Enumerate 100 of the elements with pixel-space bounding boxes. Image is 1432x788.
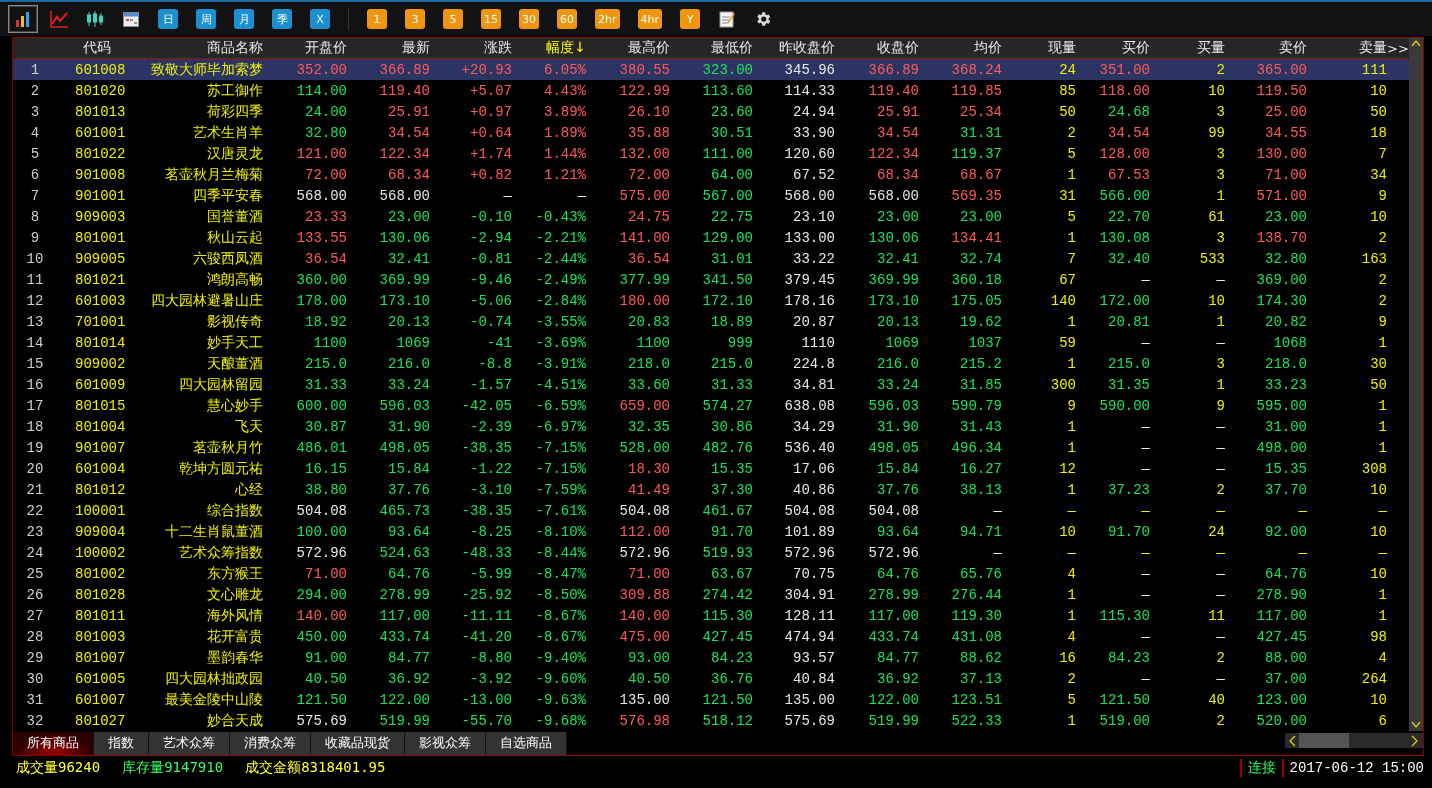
table-cell-text: 5 — [1066, 145, 1076, 162]
table-cell-text: 3 — [1215, 145, 1225, 162]
table-cell-text: 2 — [1215, 61, 1225, 78]
table-cell-text: 117.00 — [1255, 607, 1307, 624]
category-tab[interactable]: 消费众筹 — [230, 731, 311, 755]
table-cell-text: 24 — [1207, 523, 1225, 540]
table-cell-text: 369.99 — [867, 271, 919, 288]
table-row[interactable]: 29 801007 墨韵春华 91.00 84.77 -8.80 -9.40% 93.00 84.23 93.57 84.77 88.62 16 84.23 2 88.00 4 — [13, 647, 1409, 668]
table-row[interactable]: 28 801003 花开富贵 450.00 433.74 -41.20 -8.67% 475.00 427.45 474.94 433.74 431.08 4 — — 427.45 98 — [13, 626, 1409, 647]
category-tab[interactable]: 收藏品现货 — [311, 731, 405, 755]
table-row[interactable]: 20 601004 乾坤方圆元祐 16.15 15.84 -1.22 -7.15% 18.30 15.35 17.06 15.84 16.27 12 — — 15.35 308 — [13, 458, 1409, 479]
table-row[interactable]: 19 901007 茗壶秋月竹 486.01 498.05 -38.35 -7.15% 528.00 482.76 536.40 498.05 496.34 1 — — 498.00 1 — [13, 437, 1409, 458]
column-header[interactable]: 现量 — [1002, 39, 1076, 57]
table-cell-text: 1 — [1066, 481, 1076, 498]
table-row[interactable]: 6 901008 茗壶秋月兰梅菊 72.00 68.34 +0.82 1.21% 72.00 64.00 67.52 68.34 68.67 1 67.53 3 71.00 34 — [13, 164, 1409, 185]
table-row[interactable]: 14 801014 妙手天工 1100 1069 -41 -3.69% 1100 999 1110 1069 1037 59 — — 1068 1 — [13, 332, 1409, 353]
column-header[interactable]: 买量 — [1150, 39, 1225, 57]
table-row[interactable]: 2 801020 苏工御作 114.00 119.40 +5.07 4.43% 122.99 113.60 114.33 119.40 119.85 85 118.00 10 119.50 10 — [13, 80, 1409, 101]
table-row[interactable]: 30 601005 四大园林拙政园 40.50 36.92 -3.92 -9.60% 40.50 36.76 40.84 36.92 37.13 2 — — 37.00 264 — [13, 668, 1409, 689]
vertical-scrollbar[interactable] — [1408, 38, 1423, 731]
row-number: 17 — [25, 397, 45, 414]
horizontal-scrollbar[interactable] — [1285, 733, 1423, 748]
column-header[interactable]: 涨跌 — [430, 39, 512, 57]
column-header[interactable]: 最新 — [347, 39, 430, 57]
period-button[interactable]: 周 — [196, 9, 216, 29]
column-header[interactable]: 卖量 — [1307, 39, 1387, 57]
column-header[interactable]: 代码 — [57, 39, 137, 57]
period-button[interactable]: X — [310, 9, 330, 29]
table-cell-text: +0.64 — [469, 124, 512, 141]
table-cell-text: 596.03 — [378, 397, 430, 414]
table-row[interactable]: 21 801012 心经 38.80 37.76 -3.10 -7.59% 41.49 37.30 40.86 37.76 38.13 1 37.23 2 37.70 10 — [13, 479, 1409, 500]
table-cell-text: 40.50 — [304, 670, 347, 687]
table-row[interactable]: 25 801002 东方猴王 71.00 64.76 -5.99 -8.47% 71.00 63.67 70.75 64.76 65.76 4 — — 64.76 10 — [13, 563, 1409, 584]
table-row[interactable]: 27 801011 海外风情 140.00 117.00 -11.11 -8.67% 140.00 115.30 128.11 117.00 119.30 1 115.30 11 117.00 1 — [13, 605, 1409, 626]
category-tab[interactable]: 所有商品 — [13, 731, 94, 755]
table-row[interactable]: 9 801001 秋山云起 133.55 130.06 -2.94 -2.21% 141.00 129.00 133.00 130.06 134.41 1 130.08 3 138.70 2 — [13, 227, 1409, 248]
table-row[interactable]: 15 909002 天酿董酒 215.0 216.0 -8.8 -3.91% 218.0 215.0 224.8 216.0 215.2 1 215.0 3 218.0 30 — [13, 353, 1409, 374]
table-row[interactable]: 10 909005 六骏西凤酒 36.54 32.41 -0.81 -2.44% 36.54 31.01 33.22 32.41 32.74 7 32.40 533 32.80 163 — [13, 248, 1409, 269]
table-cell-text: 1 — [1066, 607, 1076, 624]
table-cell-text: 70.75 — [792, 565, 835, 582]
name-cell-text: 慧心妙手 — [206, 396, 263, 415]
column-header[interactable]: 昨收盘价 — [753, 39, 835, 57]
table-row[interactable]: 7 901001 四季平安春 568.00 568.00 — — 575.00 567.00 568.00 568.00 569.35 31 566.00 1 571.00 9 — [13, 185, 1409, 206]
table-row[interactable]: 13 701001 影视传奇 18.92 20.13 -0.74 -3.55% 20.83 18.89 20.87 20.13 19.62 1 20.81 1 20.82 9 — [13, 311, 1409, 332]
table-row[interactable]: 23 909004 十二生肖鼠董酒 100.00 93.64 -8.25 -8.10% 112.00 91.70 101.89 93.64 94.71 10 91.70 24 92.00 10 — [13, 521, 1409, 542]
column-header[interactable]: 卖价 — [1225, 39, 1307, 57]
scrollbar-thumb[interactable] — [1299, 733, 1349, 748]
column-header[interactable]: 买价 — [1076, 39, 1150, 57]
table-row[interactable]: 16 601009 四大园林留园 31.33 33.24 -1.57 -4.51% 33.60 31.33 34.81 33.24 31.85 300 31.35 1 33.23 50 — [13, 374, 1409, 395]
more-columns-button[interactable]: >> — [1387, 40, 1409, 56]
period-button[interactable]: 日 — [158, 9, 178, 29]
table-row[interactable]: 26 801028 文心雕龙 294.00 278.99 -25.92 -8.50% 309.88 274.42 304.91 278.99 276.44 1 — — 278.90 1 — [13, 584, 1409, 605]
table-cell-text: -8.80 — [469, 649, 512, 666]
table-cell-text: 31.33 — [710, 376, 753, 393]
table-row[interactable]: 32 801027 妙合天成 575.69 519.99 -55.70 -9.68% 576.98 518.12 575.69 519.99 522.33 1 519.00 2 520.00 6 — [13, 710, 1409, 731]
table-cell-text: -8.8 — [477, 355, 512, 372]
table-cell-text: 31 — [1058, 187, 1076, 204]
column-header[interactable]: 收盘价 — [835, 39, 919, 57]
table-row[interactable]: 31 601007 最美金陵中山陵 121.50 122.00 -13.00 -9.63% 135.00 121.50 135.00 122.00 123.51 5 121.50 40 123.00 10 — [13, 689, 1409, 710]
category-tab[interactable]: 自选商品 — [486, 731, 567, 755]
table-cell-text: 94.71 — [959, 523, 1002, 540]
table-cell-text: 341.50 — [701, 271, 753, 288]
table-cell-text: 129.00 — [701, 229, 753, 246]
category-tab[interactable]: 艺术众筹 — [149, 731, 230, 755]
column-header[interactable]: 幅度↓ — [512, 39, 586, 57]
table-cell-text: 32.35 — [627, 418, 670, 435]
name-cell-text: 十二生肖鼠董酒 — [164, 522, 263, 541]
table-cell-text: 536.40 — [783, 439, 835, 456]
table-cell-text: 67 — [1058, 271, 1076, 288]
table-cell-text: 10 — [1207, 82, 1225, 99]
table-row[interactable]: 5 801022 汉唐灵龙 121.00 122.34 +1.74 1.44% 132.00 111.00 120.60 122.34 119.37 5 128.00 3 130.00 7 — [13, 143, 1409, 164]
table-row[interactable]: 24 100002 艺术众筹指数 572.96 524.63 -48.33 -8.44% 572.96 519.93 572.96 572.96 — — — — — — — [13, 542, 1409, 563]
column-header[interactable]: 商品名称 — [137, 39, 263, 57]
chart-tool-button[interactable] — [8, 5, 38, 33]
table-row[interactable]: 12 601003 四大园林避暑山庄 178.00 173.10 -5.06 -2.84% 180.00 172.10 178.16 173.10 175.05 140 172.00 10 174.30 2 — [13, 290, 1409, 311]
table-cell-text: 163 — [1360, 250, 1387, 267]
datetime: 2017-06-12 15:00 — [1288, 760, 1424, 776]
period-button[interactable]: 季 — [272, 9, 292, 29]
table-cell-text: 498.00 — [1255, 439, 1307, 456]
table-cell-text: -3.91% — [534, 355, 586, 372]
name-cell-text: 影视传奇 — [206, 312, 263, 331]
table-row[interactable]: 22 100001 综合指数 504.08 465.73 -38.35 -7.61% 504.08 461.67 504.08 504.08 — — — — — — — [13, 500, 1409, 521]
table-row[interactable]: 17 801015 慧心妙手 600.00 596.03 -42.05 -6.59% 659.00 574.27 638.08 596.03 590.79 9 590.00 9 595.00 1 — [13, 395, 1409, 416]
table-cell-text: 3.89% — [543, 103, 586, 120]
table-row[interactable]: 4 601001 艺术生肖羊 32.80 34.54 +0.64 1.89% 35.88 30.51 33.90 34.54 31.31 2 34.54 99 34.55 18 — [13, 122, 1409, 143]
table-row[interactable]: 3 801013 荷彩四季 24.00 25.91 +0.97 3.89% 26.10 23.60 24.94 25.91 25.34 50 24.68 3 25.00 50 — [13, 101, 1409, 122]
table-cell-text: -5.06 — [469, 292, 512, 309]
column-header[interactable]: 最低价 — [670, 39, 753, 57]
category-tab[interactable]: 影视众筹 — [405, 731, 486, 755]
name-cell-text: 致敬大师毕加索梦 — [150, 60, 263, 79]
row-number: 16 — [25, 376, 45, 393]
table-row[interactable]: 11 801021 鸿朗高畅 360.00 369.99 -9.46 -2.49% 377.99 341.50 379.45 369.99 360.18 67 — — 369.00 2 — [13, 269, 1409, 290]
table-row[interactable]: 1 601008 致敬大师毕加索梦 352.00 366.89 +20.93 6.05% 380.55 323.00 345.96 366.89 368.24 24 351.00 2 365.00 111 — [13, 59, 1409, 80]
table-row[interactable]: 18 801004 飞天 30.87 31.90 -2.39 -6.97% 32.35 30.86 34.29 31.90 31.43 1 — — 31.00 1 — [13, 416, 1409, 437]
column-header[interactable]: 开盘价 — [263, 39, 347, 57]
category-tab[interactable]: 指数 — [94, 731, 149, 755]
column-header[interactable]: 最高价 — [586, 39, 670, 57]
table-row[interactable]: 8 909003 国誉董酒 23.33 23.00 -0.10 -0.43% 24.75 22.75 23.10 23.00 23.00 5 22.70 61 23.00 10 — [13, 206, 1409, 227]
period-button[interactable]: 月 — [234, 9, 254, 29]
column-header[interactable]: 均价 — [919, 39, 1002, 57]
